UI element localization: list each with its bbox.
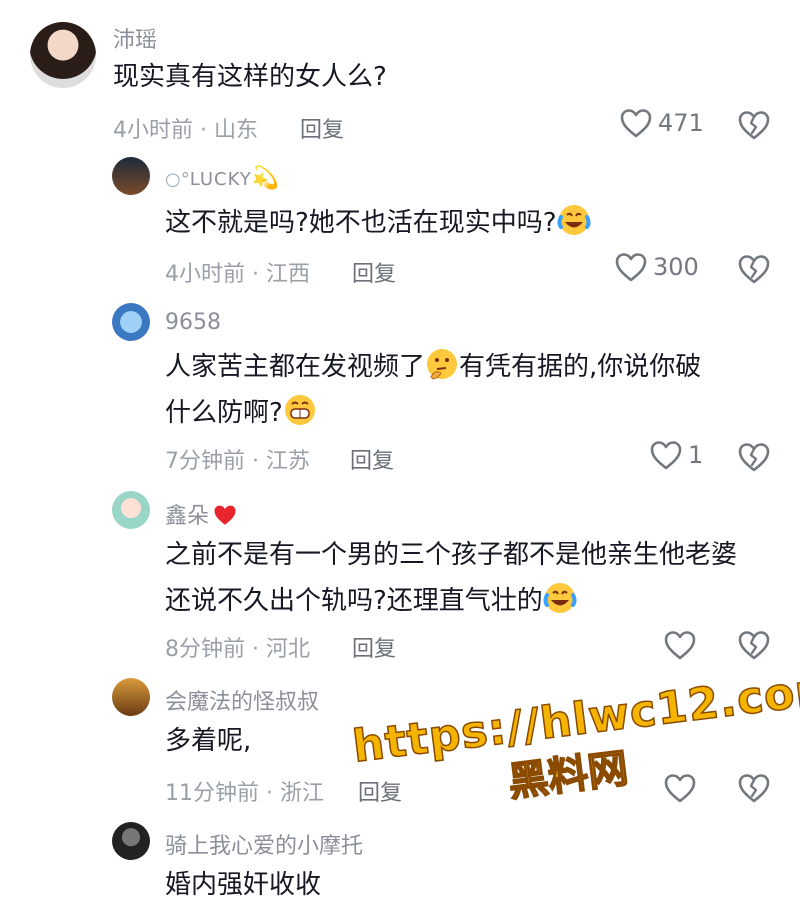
avatar[interactable] — [112, 303, 150, 341]
grinning-emoji-icon — [283, 393, 317, 427]
heart-icon[interactable] — [664, 630, 696, 660]
comment-time: 4小时前 · 山东 — [113, 118, 258, 143]
comment-author[interactable]: 沛瑶 — [113, 22, 157, 54]
comment-text: 婚内强奸收收 — [165, 870, 322, 900]
comment-author[interactable]: ○°LUCKY💫 — [165, 166, 279, 191]
dislike-icon[interactable] — [738, 110, 770, 140]
comment-text-content: 之前不是有一个男的三个孩子都不是他亲生他老婆 — [165, 540, 738, 570]
laughing-crying-emoji-icon — [543, 581, 577, 615]
avatar[interactable] — [30, 22, 96, 88]
reply-button[interactable]: 回复 — [350, 443, 394, 475]
comment-text-content: 这不就是吗?她不也活在现实中吗? — [165, 208, 557, 238]
comment-author[interactable]: 9658 — [165, 310, 221, 335]
comment-text-content: 有凭有据的,你说你破 — [459, 352, 702, 382]
comment-text-content: 还说不久出个轨吗?还理直气壮的 — [165, 586, 543, 616]
comment-text-content: 什么防啊? — [165, 398, 283, 428]
comment-author[interactable]: 鑫朵 — [165, 498, 237, 530]
avatar[interactable] — [112, 822, 150, 860]
avatar[interactable] — [112, 157, 150, 195]
reply-button[interactable]: 回复 — [352, 256, 396, 288]
sparkle-icon: 💫 — [251, 166, 280, 191]
author-name: 鑫朵 — [165, 504, 210, 529]
comment-text: 之前不是有一个男的三个孩子都不是他亲生他老婆 还说不久出个轨吗?还理直气壮的 — [165, 532, 785, 624]
dislike-icon[interactable] — [738, 254, 770, 284]
comment-text: 人家苦主都在发视频了 有凭有据的,你说你破 什么防啊? — [165, 344, 765, 436]
reply-button[interactable]: 回复 — [352, 631, 396, 663]
red-heart-icon — [214, 505, 236, 525]
laughing-crying-emoji-icon — [557, 203, 591, 237]
comment-time: 8分钟前 · 河北 — [165, 637, 310, 662]
reply-button[interactable]: 回复 — [300, 112, 344, 144]
heart-icon — [650, 440, 682, 470]
dislike-icon[interactable] — [738, 442, 770, 472]
like-count: 471 — [658, 109, 704, 137]
heart-icon — [615, 252, 647, 282]
avatar[interactable] — [112, 678, 150, 716]
like-button[interactable]: 471 — [620, 108, 704, 138]
watermark: https://hlwc12.com 黑料网 — [349, 661, 800, 826]
comment-author[interactable]: 骑上我心爱的小摩托 — [165, 828, 363, 860]
bubble-icon: ○° — [165, 169, 190, 190]
like-count: 1 — [688, 441, 704, 469]
comment-text: 这不就是吗?她不也活在现实中吗? — [165, 200, 765, 246]
thinking-emoji-icon — [425, 347, 459, 381]
heart-icon — [620, 108, 652, 138]
comment-author[interactable]: 会魔法的怪叔叔 — [165, 684, 319, 716]
avatar[interactable] — [112, 491, 150, 529]
like-count: 300 — [653, 253, 699, 281]
author-name: LUCKY — [189, 169, 252, 190]
comment-text-content: 人家苦主都在发视频了 — [165, 352, 426, 382]
comment-time: 4小时前 · 江西 — [165, 262, 310, 287]
like-button[interactable]: 1 — [650, 440, 703, 470]
comment-time: 7分钟前 · 江苏 — [165, 449, 310, 474]
like-button[interactable]: 300 — [615, 252, 699, 282]
comment-text: 现实真有这样的女人么? — [113, 62, 387, 92]
dislike-icon[interactable] — [738, 630, 770, 660]
comment-time: 11分钟前 · 浙江 — [165, 781, 324, 806]
